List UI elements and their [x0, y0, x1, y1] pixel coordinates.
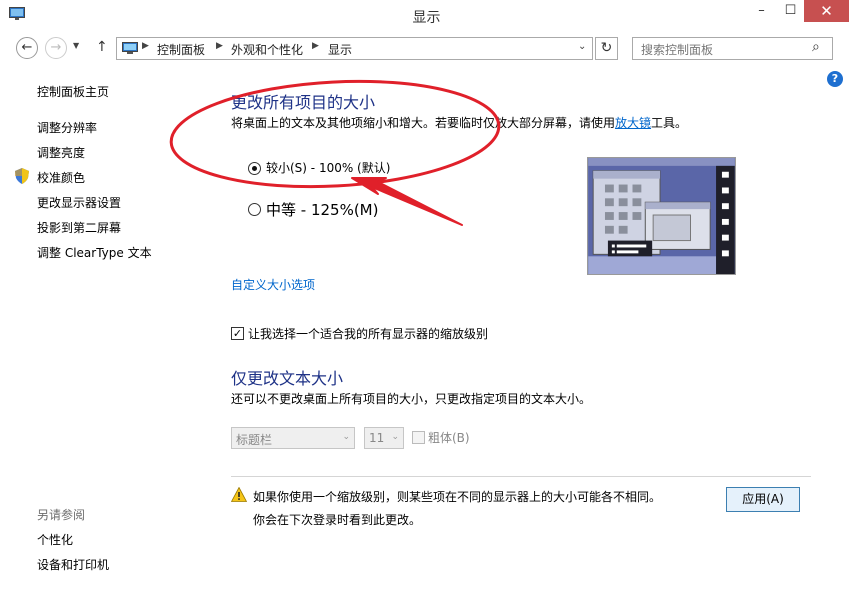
breadcrumb-display[interactable]: 显示: [328, 41, 352, 58]
font-size-select[interactable]: 11 ⌄: [364, 427, 404, 449]
sidebar-item-brightness[interactable]: 调整亮度: [37, 144, 85, 161]
radio-medium[interactable]: [248, 203, 261, 216]
sidebar-item-cleartype[interactable]: 调整 ClearType 文本: [37, 244, 152, 261]
sidebar-item-calibrate-color[interactable]: 校准颜色: [37, 169, 85, 186]
see-also-personalization[interactable]: 个性化: [37, 531, 73, 548]
search-input[interactable]: 搜索控制面板 ⌕: [632, 37, 833, 60]
navigation-bar: ← → ▼ ↑ ▶ 控制面板 ▶ 外观和个性化 ▶ 显示 ⌄ ↻ 搜索控制面板 …: [0, 33, 853, 65]
title-bar: 显示 – ☐ ✕: [0, 0, 853, 31]
text-size-description: 还可以不更改桌面上所有项目的大小，只更改指定项目的文本大小。: [231, 392, 592, 406]
warning-text-line1: 如果你使用一个缩放级别，则某些项在不同的显示器上的大小可能各不相同。: [253, 490, 662, 504]
breadcrumb-separator-icon[interactable]: ▶: [142, 41, 149, 51]
bold-checkbox-label[interactable]: 粗体(B): [428, 429, 470, 446]
breadcrumb-separator-icon[interactable]: ▶: [216, 41, 223, 51]
window-title: 显示: [412, 10, 441, 26]
bold-checkbox[interactable]: [412, 431, 425, 444]
back-button[interactable]: ←: [16, 37, 38, 59]
divider: [231, 476, 811, 477]
custom-sizing-link[interactable]: 自定义大小选项: [231, 276, 315, 293]
size-description: 将桌面上的文本及其他项缩小和增大。若要临时仅放大部分屏幕，请使用放大镜工具。: [231, 114, 687, 131]
search-placeholder: 搜索控制面板: [641, 43, 714, 57]
address-dropdown-icon[interactable]: ⌄: [578, 41, 586, 52]
element-select-value: 标题栏: [236, 433, 273, 447]
shield-icon: [15, 168, 29, 184]
control-panel-icon: [122, 42, 138, 54]
chevron-down-icon: ⌄: [342, 432, 350, 442]
font-size-select-value: 11: [369, 431, 385, 445]
breadcrumb-separator-icon[interactable]: ▶: [312, 41, 319, 51]
see-also-devices-printers[interactable]: 设备和打印机: [37, 556, 109, 573]
sidebar-item-display-settings[interactable]: 更改显示器设置: [37, 194, 121, 211]
warning-icon: [231, 487, 247, 502]
sidebar-home-link[interactable]: 控制面板主页: [37, 83, 109, 100]
radio-smaller-label[interactable]: 较小(S) - 100% (默认): [266, 159, 390, 176]
magnifier-link[interactable]: 放大镜: [615, 116, 651, 130]
apply-button[interactable]: 应用(A): [726, 487, 800, 512]
see-also-heading: 另请参阅: [37, 508, 86, 522]
address-bar[interactable]: ▶ 控制面板 ▶ 外观和个性化 ▶ 显示 ⌄: [116, 37, 593, 60]
close-button[interactable]: ✕: [804, 0, 849, 22]
text-size-heading: 仅更改文本大小: [231, 369, 344, 388]
forward-button[interactable]: →: [45, 37, 67, 59]
sidebar-item-resolution[interactable]: 调整分辨率: [37, 119, 97, 136]
minimize-button[interactable]: –: [747, 0, 776, 22]
up-button[interactable]: ↑: [96, 39, 108, 55]
scaling-level-checkbox-label[interactable]: 让我选择一个适合我的所有显示器的缩放级别: [248, 325, 488, 342]
radio-medium-label[interactable]: 中等 - 125%(M): [266, 199, 378, 220]
size-description-suffix: 工具。: [651, 116, 688, 130]
warning-text-line2: 你会在下次登录时看到此更改。: [253, 513, 422, 527]
radio-smaller[interactable]: [248, 162, 261, 175]
sidebar-item-project-second-screen[interactable]: 投影到第二屏幕: [37, 219, 121, 236]
refresh-button[interactable]: ↻: [595, 37, 618, 60]
size-description-text: 将桌面上的文本及其他项缩小和增大。若要临时仅放大部分屏幕，请使用: [231, 116, 616, 130]
element-select[interactable]: 标题栏 ⌄: [231, 427, 355, 449]
maximize-button[interactable]: ☐: [776, 0, 805, 22]
scaling-level-checkbox[interactable]: ✓: [231, 327, 244, 340]
search-icon[interactable]: ⌕: [812, 39, 820, 55]
recent-locations-icon[interactable]: ▼: [73, 41, 79, 50]
scaling-preview-image: [587, 157, 736, 275]
chevron-down-icon: ⌄: [391, 432, 399, 442]
help-icon[interactable]: ?: [827, 71, 843, 87]
page-title: 更改所有项目的大小: [231, 93, 376, 112]
breadcrumb-appearance[interactable]: 外观和个性化: [231, 41, 303, 58]
breadcrumb-control-panel[interactable]: 控制面板: [157, 41, 205, 58]
